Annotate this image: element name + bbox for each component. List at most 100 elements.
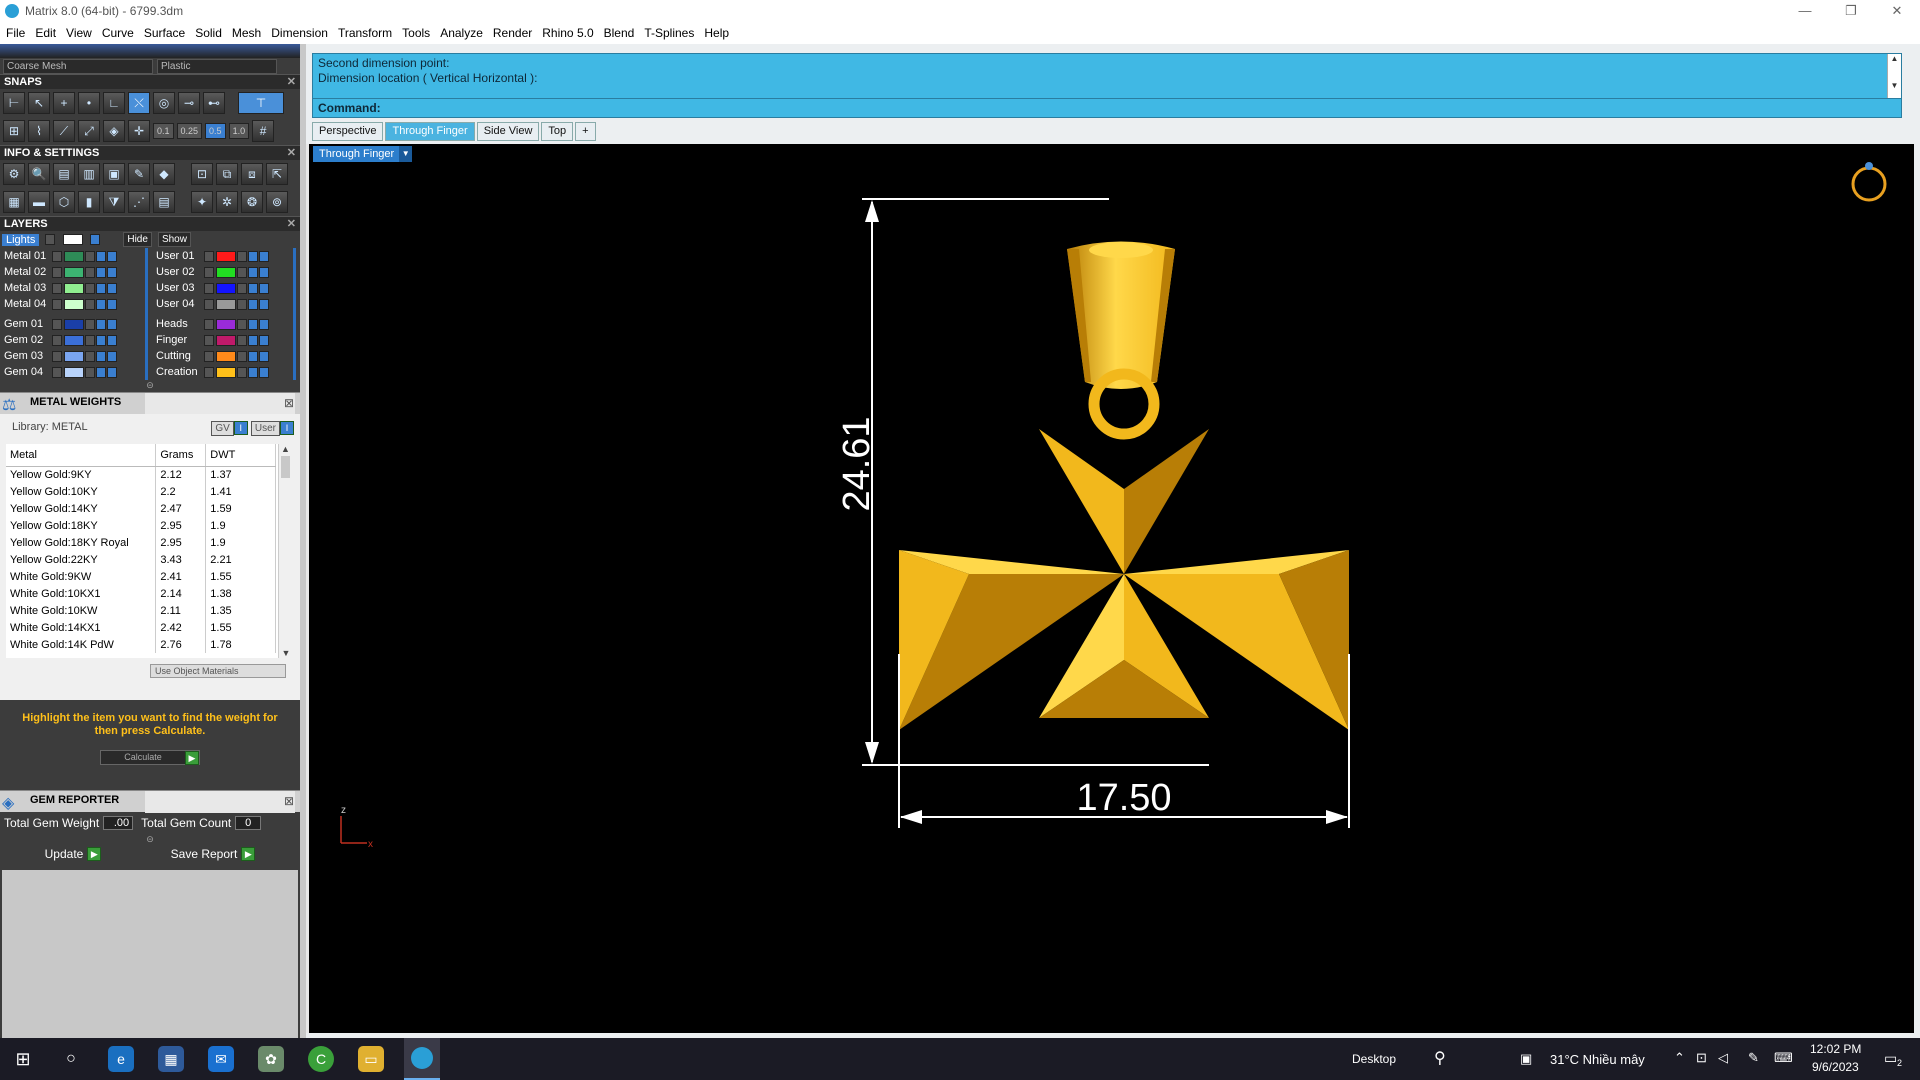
grid-snap-icon[interactable]: # (252, 120, 275, 142)
snap-mid-icon[interactable]: • (78, 92, 100, 114)
layer-color-swatch[interactable] (64, 250, 84, 262)
visibility-icon[interactable] (96, 298, 106, 310)
layer-row[interactable]: Cutting (152, 348, 293, 364)
lock-icon[interactable] (85, 334, 95, 346)
table-row[interactable]: Yellow Gold:14KY 2.47 1.59 (6, 500, 276, 517)
layer-arrow-icon[interactable] (204, 318, 214, 330)
lock-icon[interactable] (85, 318, 95, 330)
ortho-toggle-icon[interactable]: ⊤ (238, 92, 284, 114)
menu-blend[interactable]: Blend (604, 26, 635, 40)
snap-int-icon[interactable]: ⤬ (128, 92, 150, 114)
weather-text[interactable]: 31°C Nhiều mây (1550, 1052, 1645, 1067)
layer-row[interactable]: User 01 (152, 248, 293, 264)
render-toggle-icon[interactable] (107, 350, 117, 362)
visibility-icon[interactable] (96, 318, 106, 330)
layer-color-swatch[interactable] (216, 298, 236, 310)
layer-row[interactable]: Metal 02 (0, 264, 145, 280)
chat-app-icon[interactable]: C (308, 1046, 334, 1072)
layer-row[interactable]: Gem 03 (0, 348, 145, 364)
lock-icon[interactable] (237, 298, 247, 310)
edge-icon[interactable]: e (108, 1046, 134, 1072)
gem-icon[interactable]: ✦ (191, 191, 213, 213)
layer-name[interactable]: Metal 03 (0, 282, 52, 294)
render-toggle-icon[interactable] (107, 266, 117, 278)
layer-row[interactable]: User 03 (152, 280, 293, 296)
matrix-app-icon[interactable] (404, 1038, 440, 1080)
calculate-go-icon[interactable]: ▶ (185, 751, 199, 765)
menu-file[interactable]: File (6, 26, 25, 40)
layer-arrow-icon[interactable] (204, 250, 214, 262)
render-toggle-icon[interactable] (107, 318, 117, 330)
save-report-go-icon[interactable]: ▶ (241, 847, 256, 861)
visibility-icon[interactable] (248, 318, 258, 330)
add-tab-button[interactable]: + (575, 122, 596, 141)
visibility-icon[interactable] (248, 366, 258, 378)
layer-name[interactable]: Metal 02 (0, 266, 52, 278)
layer-name[interactable]: Metal 01 (0, 250, 52, 262)
menu-tools[interactable]: Tools (402, 26, 430, 40)
layer-row[interactable]: Gem 02 (0, 332, 145, 348)
layer-arrow-icon[interactable] (52, 318, 62, 330)
visibility-icon[interactable] (96, 282, 106, 294)
notification-icon[interactable]: ▭ (1884, 1050, 1897, 1067)
lock-icon[interactable] (85, 250, 95, 262)
menu-view[interactable]: View (66, 26, 92, 40)
document-icon[interactable]: ▤ (153, 191, 175, 213)
layer-row[interactable]: Gem 04 (0, 364, 145, 380)
layer-color-swatch[interactable] (216, 250, 236, 262)
layer-color-swatch[interactable] (64, 318, 84, 330)
shade-icon[interactable]: ▮ (78, 191, 100, 213)
lock-icon[interactable] (85, 282, 95, 294)
copy-icon[interactable]: ⧉ (216, 163, 238, 185)
table-row[interactable]: White Gold:10KX1 2.14 1.38 (6, 585, 276, 602)
lock-icon[interactable] (85, 366, 95, 378)
render-toggle-icon[interactable] (259, 298, 269, 310)
filter-icon[interactable]: ⧩ (103, 191, 125, 213)
ring-view-icon[interactable] (1851, 162, 1887, 202)
measure-icon[interactable]: ⊡ (191, 163, 213, 185)
layer-color-swatch[interactable] (216, 266, 236, 278)
render-toggle-icon[interactable] (259, 282, 269, 294)
smart-track-icon[interactable]: ✛ (128, 120, 150, 142)
gv-button[interactable]: GV (211, 421, 234, 436)
layer-arrow-icon[interactable] (204, 266, 214, 278)
layer-arrow-icon[interactable] (52, 334, 62, 346)
prong-icon[interactable]: ✲ (216, 191, 238, 213)
weather-icon[interactable]: ▣ (1520, 1051, 1532, 1067)
visibility-icon[interactable] (248, 350, 258, 362)
render-toggle-icon[interactable] (259, 250, 269, 262)
hide-button[interactable]: Hide (123, 232, 152, 247)
col-dwt[interactable]: DWT (205, 444, 276, 467)
layer-arrow-icon[interactable] (52, 366, 62, 378)
update-go-icon[interactable]: ▶ (87, 847, 102, 861)
cube-icon[interactable]: ◆ (153, 163, 175, 185)
table-row[interactable]: Yellow Gold:9KY 2.12 1.37 (6, 466, 276, 483)
project-icon[interactable]: ⤢ (78, 120, 100, 142)
metal-weights-table[interactable]: Metal Grams DWT Yellow Gold:9KY 2.12 1.37 Y… (6, 444, 292, 658)
menu-transform[interactable]: Transform (338, 26, 392, 40)
windows-start-icon[interactable]: ⊞ (10, 1046, 36, 1072)
layer-name[interactable]: Gem 04 (0, 366, 52, 378)
render-toggle-icon[interactable] (107, 298, 117, 310)
visibility-icon[interactable] (248, 266, 258, 278)
menu-tsplines[interactable]: T-Splines (644, 26, 694, 40)
lock-icon[interactable] (85, 350, 95, 362)
lock-icon[interactable] (85, 298, 95, 310)
snap-step-2[interactable]: 0.25 (176, 123, 203, 139)
layer-color-swatch[interactable] (64, 366, 84, 378)
snap-point-icon[interactable]: + (53, 92, 75, 114)
pen-icon[interactable]: ✎ (1748, 1050, 1759, 1066)
snap-step-1[interactable]: 0.1 (153, 123, 174, 139)
menu-surface[interactable]: Surface (144, 26, 185, 40)
col-grams[interactable]: Grams (155, 444, 207, 467)
select-icon[interactable]: ⋰ (128, 191, 150, 213)
paste-icon[interactable]: ⧈ (241, 163, 263, 185)
layer-name[interactable]: Heads (152, 318, 204, 330)
snap-cen-icon[interactable]: ∟ (103, 92, 125, 114)
snap-perp-icon[interactable]: ◎ (153, 92, 175, 114)
render-toggle-icon[interactable] (107, 250, 117, 262)
table-row[interactable]: White Gold:9KW 2.41 1.55 (6, 568, 276, 585)
knot-icon[interactable]: ⌇ (28, 120, 50, 142)
layer-name[interactable]: User 01 (152, 250, 204, 262)
layer-name[interactable]: User 03 (152, 282, 204, 294)
